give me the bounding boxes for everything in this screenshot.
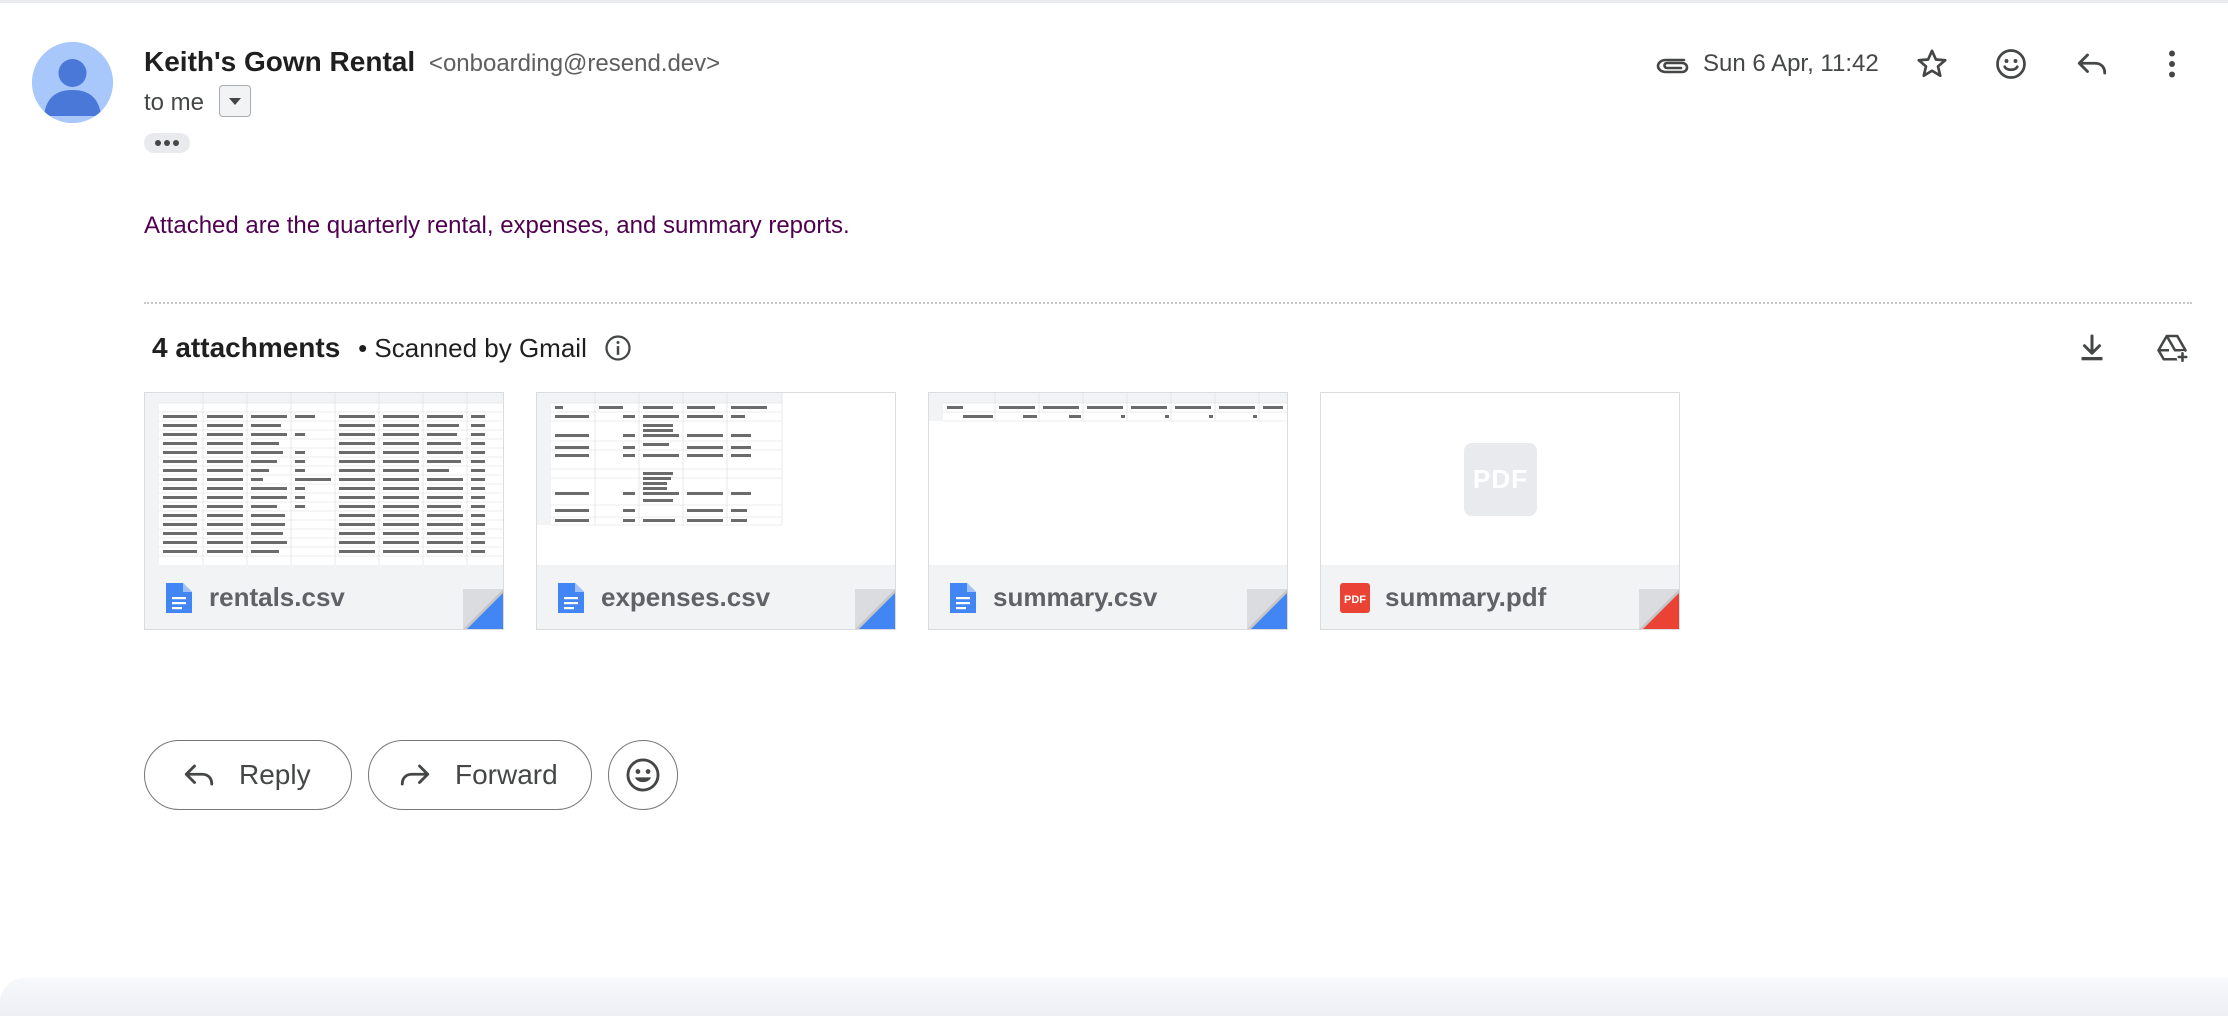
star-button[interactable] — [1910, 42, 1954, 86]
download-icon — [2081, 334, 2103, 361]
blue-corner-fold-icon — [855, 589, 895, 629]
add-all-to-drive-button[interactable] — [2150, 326, 2194, 370]
ellipsis-icon — [155, 140, 179, 146]
blue-corner-fold-icon — [1247, 589, 1287, 629]
attachment-card-summary-pdf[interactable]: PDF PDF summary.pdf — [1320, 392, 1680, 630]
info-icon[interactable] — [603, 333, 633, 363]
emoji-icon — [626, 758, 660, 792]
more-vert-icon — [2169, 50, 2175, 78]
sender-name[interactable]: Keith's Gown Rental — [144, 46, 415, 77]
pdf-placeholder-icon: PDF — [1464, 443, 1537, 516]
google-docs-file-icon — [950, 583, 976, 613]
add-to-drive-icon — [2157, 334, 2189, 363]
sender-avatar[interactable] — [32, 42, 113, 123]
forward-button[interactable]: Forward — [368, 740, 592, 810]
google-docs-file-icon — [166, 583, 192, 613]
scanned-by-gmail: • Scanned by Gmail — [358, 333, 587, 363]
reply-button-label: Reply — [239, 759, 311, 790]
pdf-placeholder-label: PDF — [1473, 464, 1528, 494]
attachment-footer: expenses.csv — [537, 565, 895, 629]
show-details-button[interactable] — [218, 84, 251, 117]
forward-icon — [400, 764, 430, 786]
paperclip-icon — [1656, 58, 1689, 74]
attachment-footer: PDF summary.pdf — [1321, 565, 1679, 629]
attachment-preview-summary — [929, 393, 1287, 565]
file-type-corner — [423, 589, 503, 629]
message-date[interactable]: Sun 6 Apr, 11:42 — [1703, 44, 1879, 84]
attachment-filename: expenses.csv — [601, 582, 771, 612]
spreadsheet-preview-icon — [145, 393, 503, 565]
attachment-card-expenses-csv[interactable]: expenses.csv — [536, 392, 896, 630]
emoji-icon — [1996, 49, 2026, 79]
emoji-reaction-button[interactable] — [608, 740, 678, 810]
download-all-button[interactable] — [2070, 326, 2114, 370]
message-body: Attached are the quarterly rental, expen… — [144, 212, 850, 239]
show-trimmed-content-button[interactable] — [144, 133, 190, 153]
red-corner-fold-icon — [1639, 589, 1679, 629]
attachment-card-rentals-csv[interactable]: rentals.csv — [144, 392, 504, 630]
file-type-corner — [1207, 589, 1287, 629]
spreadsheet-preview-icon — [537, 393, 895, 565]
attachment-footer: rentals.csv — [145, 565, 503, 629]
pdf-file-icon: PDF — [1340, 583, 1370, 613]
recipients-line: to me — [144, 84, 251, 120]
reply-icon — [2077, 53, 2107, 75]
spreadsheet-preview-icon — [929, 393, 1287, 565]
blue-corner-fold-icon — [463, 589, 503, 629]
reply-icon — [184, 764, 214, 786]
top-divider — [0, 0, 2228, 3]
attachment-card-summary-csv[interactable]: summary.csv — [928, 392, 1288, 630]
attachments-count: 4 attachments — [152, 332, 341, 363]
attachment-preview-expenses — [537, 393, 895, 565]
attachment-footer: summary.csv — [929, 565, 1287, 629]
attachment-preview-pdf: PDF — [1321, 393, 1679, 565]
sender-line: Keith's Gown Rental <onboarding@resend.d… — [144, 44, 720, 80]
bottom-panel-edge — [0, 978, 2228, 1016]
file-type-corner — [1599, 589, 1679, 629]
attachments-divider — [144, 302, 2192, 304]
caret-down-icon — [228, 97, 241, 105]
recipients-label: to me — [144, 89, 205, 116]
sender-email: <onboarding@resend.dev> — [428, 50, 721, 77]
attachment-preview-rentals — [145, 393, 503, 565]
svg-text:PDF: PDF — [1344, 594, 1366, 606]
attachments-header: 4 attachments • Scanned by Gmail — [152, 328, 633, 368]
email-view: Keith's Gown Rental <onboarding@resend.d… — [0, 0, 2228, 1016]
default-avatar-icon — [32, 42, 113, 123]
google-docs-file-icon — [558, 583, 584, 613]
forward-button-label: Forward — [455, 759, 558, 790]
reply-header-button[interactable] — [2070, 42, 2114, 86]
file-type-corner — [815, 589, 895, 629]
attachment-filename: rentals.csv — [209, 582, 345, 612]
more-options-button[interactable] — [2150, 42, 2194, 86]
attachment-filename: summary.pdf — [1385, 582, 1547, 612]
attachment-filename: summary.csv — [993, 582, 1158, 612]
add-reaction-button[interactable] — [1989, 42, 2033, 86]
reply-button[interactable]: Reply — [144, 740, 352, 810]
star-icon — [1917, 49, 1947, 78]
